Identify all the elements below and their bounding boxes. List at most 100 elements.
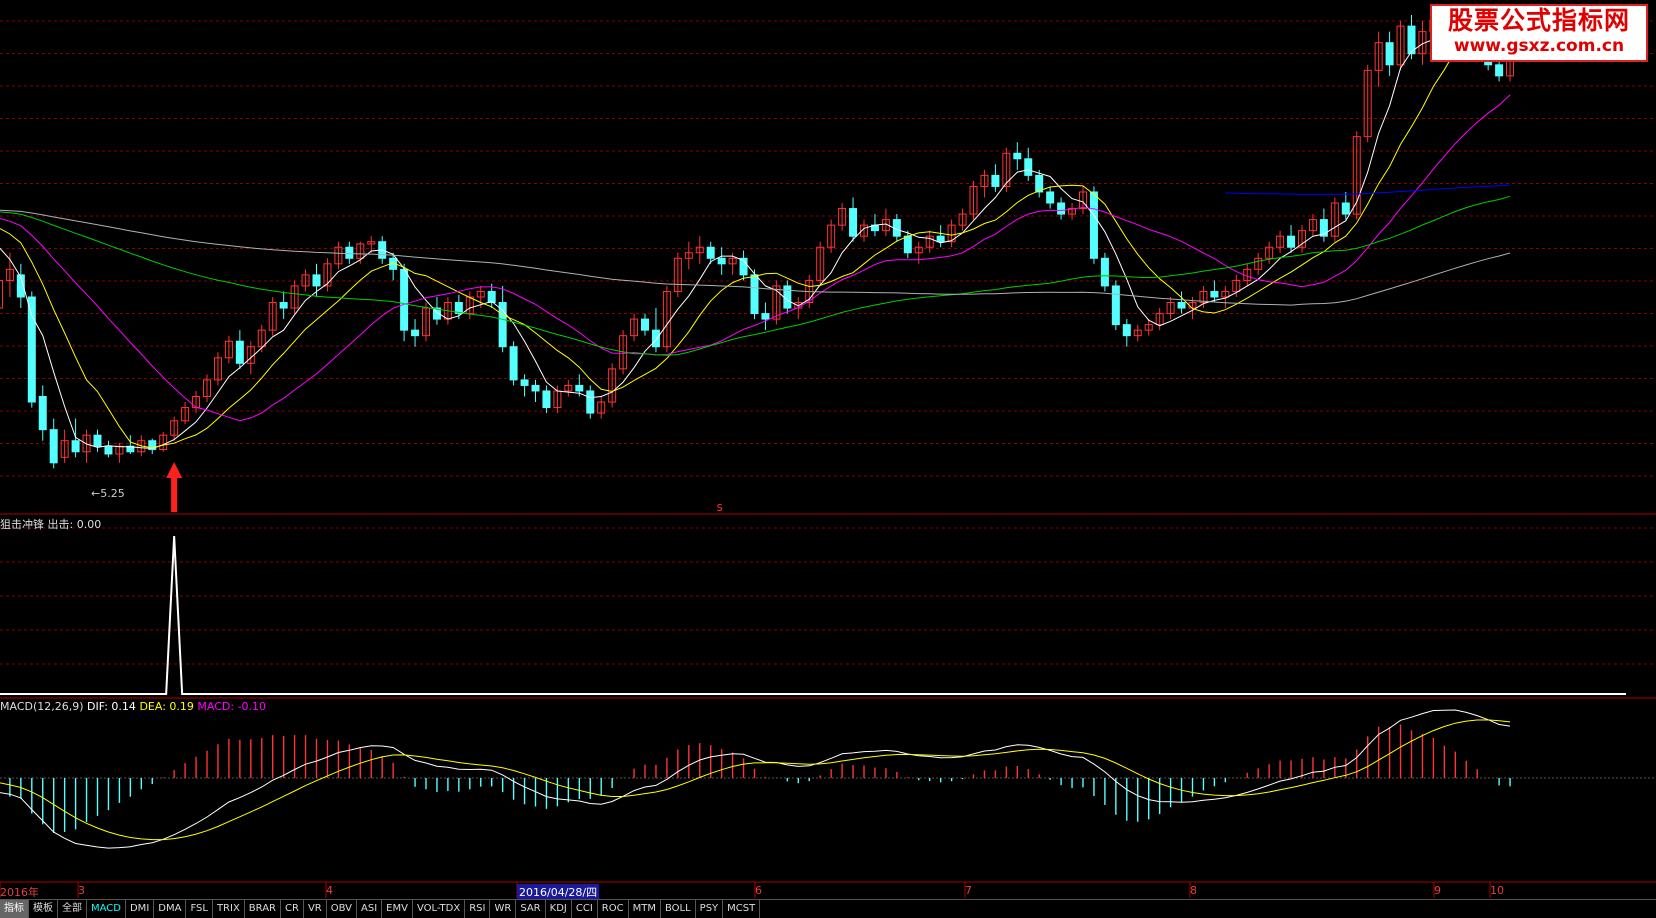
candle-body	[93, 434, 102, 447]
tab-emv[interactable]: EMV	[382, 900, 413, 918]
candle-body	[71, 440, 80, 453]
candle-body	[1495, 64, 1504, 77]
candle-body	[575, 384, 584, 392]
macd-name: MACD(12,26,9)	[0, 700, 84, 713]
tab-trix[interactable]: TRIX	[213, 900, 245, 918]
watermark-title: 股票公式指标网	[1447, 6, 1630, 35]
candle-body	[750, 274, 759, 315]
indicator-tab-bar: 指标 模板 全部 MACD DMI DMA FSL TRIX BRAR CR VR OBV ASI EMV…	[0, 899, 1656, 918]
candle-body	[1100, 257, 1109, 287]
tab-mcst[interactable]: MCST	[723, 900, 761, 918]
candle-body	[27, 296, 36, 403]
tab-fsl[interactable]: FSL	[186, 900, 213, 918]
candle-body	[717, 257, 726, 265]
candle-body	[400, 268, 409, 331]
candle-body	[936, 235, 945, 243]
tab-dmi[interactable]: DMI	[126, 900, 155, 918]
candle-body	[520, 379, 529, 386]
candle-body	[1024, 158, 1033, 176]
date-axis-label: 2016/04/28/四	[517, 884, 600, 900]
candle-body	[1057, 202, 1066, 215]
candle-body	[1385, 42, 1394, 66]
candle-body	[542, 390, 551, 409]
candle-body	[509, 346, 518, 381]
candle-body	[1122, 324, 1131, 337]
ma20-line	[0, 94, 1511, 422]
candle-body	[706, 246, 715, 259]
candle-body	[1210, 290, 1219, 298]
dea-line	[0, 719, 1511, 841]
candle-body	[1177, 302, 1186, 309]
ma250-line	[1225, 184, 1511, 195]
candle-body	[849, 208, 858, 237]
tab-cr[interactable]: CR	[281, 900, 304, 918]
candle-body	[586, 390, 595, 414]
tab-dma[interactable]: DMA	[154, 900, 187, 918]
candle-body	[1013, 152, 1022, 160]
candle-body	[312, 274, 321, 287]
tab-mtm[interactable]: MTM	[629, 900, 661, 918]
candle-body	[279, 302, 288, 309]
low-price-label: ←5.25	[91, 487, 125, 500]
tab-cci[interactable]: CCI	[572, 900, 598, 918]
candle-body	[903, 235, 912, 254]
date-axis-label: 10	[1490, 884, 1504, 897]
candle-body	[498, 302, 507, 348]
candle-body	[783, 285, 792, 309]
low-price-value: 5.25	[100, 487, 125, 500]
candle-body	[0, 279, 3, 309]
macd-dea: DEA: 0.19	[139, 700, 194, 713]
date-axis-label: 3	[78, 884, 85, 897]
dif-line	[0, 709, 1511, 849]
tab-asi[interactable]: ASI	[357, 900, 383, 918]
candle-body	[1089, 191, 1098, 259]
signal-line	[0, 535, 1626, 695]
candle-body	[531, 384, 540, 392]
tab-sar[interactable]: SAR	[516, 900, 546, 918]
tab-obv[interactable]: OBV	[327, 900, 357, 918]
candle-body	[1111, 285, 1120, 326]
tab-macd[interactable]: MACD	[87, 900, 126, 918]
candle-body	[104, 445, 113, 455]
tab-kdj[interactable]: KDJ	[546, 900, 572, 918]
tab-wr[interactable]: WR	[490, 900, 517, 918]
candle-body	[345, 246, 354, 259]
stock-chart[interactable]	[0, 0, 1656, 917]
candle-body	[651, 329, 660, 348]
tab-[interactable]: 全部	[58, 900, 87, 918]
candle-body	[1341, 202, 1350, 215]
indicator-title: 狙击冲锋 出击: 0.00	[0, 518, 102, 531]
tab-psy[interactable]: PSY	[696, 900, 724, 918]
candle-body	[991, 174, 1000, 187]
candle-body	[761, 313, 770, 320]
watermark-url: www.gsxz.com.cn	[1453, 36, 1625, 56]
marker-s: s	[716, 500, 724, 514]
macd-legend: MACD(12,26,9) DIF: 0.14 DEA: 0.19 MACD: …	[0, 700, 266, 713]
tab-vr[interactable]: VR	[304, 900, 327, 918]
date-axis-label: 9	[1434, 884, 1441, 897]
date-axis-label: 2016年	[0, 886, 39, 899]
tab-[interactable]: 模板	[29, 900, 58, 918]
candle-body	[487, 290, 496, 304]
macd-dif: DIF: 0.14	[87, 700, 136, 713]
date-axis-label: 6	[755, 884, 762, 897]
tab-rsi[interactable]: RSI	[465, 900, 491, 918]
tab-voltdx[interactable]: VOL-TDX	[413, 900, 466, 918]
signal-up-arrow-icon	[166, 462, 183, 512]
tab-[interactable]: 指标	[0, 900, 29, 918]
tab-boll[interactable]: BOLL	[661, 900, 696, 918]
tab-brar[interactable]: BRAR	[245, 900, 281, 918]
watermark-logo: 股票公式指标网 www.gsxz.com.cn	[1430, 4, 1648, 62]
candle-body	[49, 429, 58, 464]
candle-body	[1046, 191, 1055, 204]
tab-roc[interactable]: ROC	[598, 900, 629, 918]
candle-body	[1287, 235, 1296, 248]
date-axis-label: 4	[326, 884, 333, 897]
date-axis-label: 8	[1190, 884, 1197, 897]
candle-body	[235, 340, 244, 364]
candle-body	[38, 395, 47, 431]
macd-value: MACD: -0.10	[197, 700, 267, 713]
candle-body	[641, 318, 649, 331]
candle-body	[411, 329, 420, 337]
date-axis-label: 7	[965, 884, 972, 897]
